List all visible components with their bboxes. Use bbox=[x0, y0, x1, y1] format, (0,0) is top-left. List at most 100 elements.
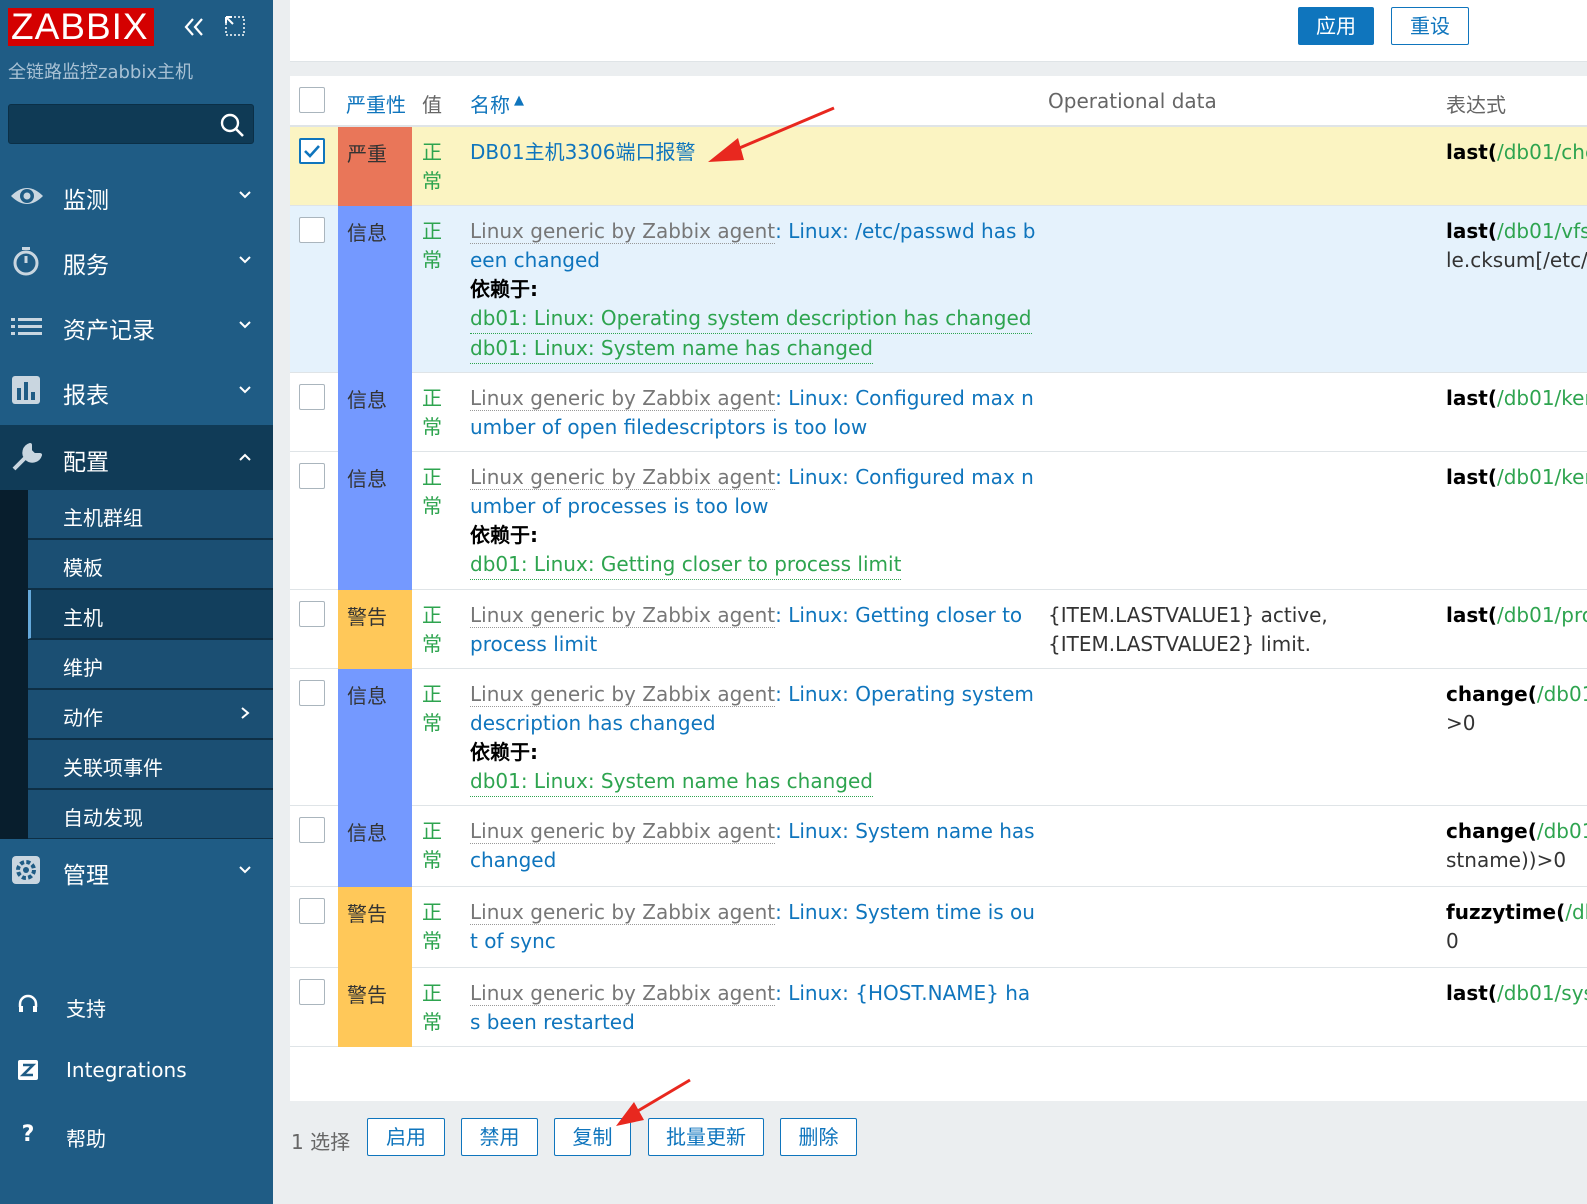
table-row[interactable]: 警告 正常 Linux generic by Zabbix agent: Linux… bbox=[290, 590, 1587, 669]
list-icon bbox=[11, 318, 42, 335]
template-link[interactable]: Linux generic by Zabbix agent bbox=[470, 219, 776, 244]
table-row[interactable]: 警告 正常 Linux generic by Zabbix agent: Linux… bbox=[290, 968, 1587, 1047]
menu-administration[interactable]: 管理 bbox=[0, 838, 273, 903]
menu-label: 管理 bbox=[63, 863, 109, 889]
expression-cell: last(/db01/vfs. le.cksum[/etc/p bbox=[1446, 217, 1587, 275]
disable-button[interactable]: 禁用 bbox=[461, 1118, 538, 1156]
delete-button[interactable]: 删除 bbox=[780, 1118, 857, 1156]
template-link[interactable]: Linux generic by Zabbix agent bbox=[470, 900, 776, 925]
expression-function: change( bbox=[1446, 682, 1537, 706]
apply-button[interactable]: 应用 bbox=[1298, 7, 1374, 45]
row-checkbox[interactable] bbox=[299, 217, 325, 243]
configuration-submenu: 主机群组 模板 主机 维护 动作 关联项事件 自动发现 bbox=[0, 490, 273, 839]
row-checkbox[interactable] bbox=[299, 898, 325, 924]
menu-help[interactable]: ? 帮助 bbox=[0, 1110, 273, 1160]
submenu-item-host-groups[interactable]: 主机群组 bbox=[28, 490, 273, 539]
row-checkbox[interactable] bbox=[299, 138, 325, 164]
dependency-link[interactable]: db01: Linux: Operating system descriptio… bbox=[470, 304, 1032, 334]
table-row[interactable]: 警告 正常 Linux generic by Zabbix agent: Linux… bbox=[290, 887, 1587, 968]
expression-item-link[interactable]: /db01 bbox=[1537, 682, 1587, 706]
wrench-icon bbox=[12, 443, 42, 471]
submenu-item-templates[interactable]: 模板 bbox=[28, 540, 273, 589]
table-row[interactable]: 信息 正常 Linux generic by Zabbix agent: Linux… bbox=[290, 669, 1587, 806]
severity-cell: 信息 bbox=[338, 452, 412, 590]
mass-update-button[interactable]: 批量更新 bbox=[648, 1118, 764, 1156]
row-checkbox[interactable] bbox=[299, 601, 325, 627]
menu-inventory[interactable]: 资产记录 bbox=[0, 293, 273, 358]
dependency-link[interactable]: db01: Linux: System name has changed bbox=[470, 767, 873, 797]
reset-button[interactable]: 重设 bbox=[1391, 7, 1469, 45]
template-link[interactable]: Linux generic by Zabbix agent bbox=[470, 465, 776, 490]
dependency-link[interactable]: db01: Linux: Getting closer to process l… bbox=[470, 550, 902, 580]
value-status: 正常 bbox=[422, 140, 442, 193]
search-input[interactable] bbox=[8, 104, 254, 144]
submenu-label: 维护 bbox=[63, 656, 103, 680]
name-separator: : bbox=[775, 465, 789, 489]
expression-item-link[interactable]: /db01/ker bbox=[1497, 465, 1587, 489]
table-row[interactable]: 信息 正常 Linux generic by Zabbix agent: Linux… bbox=[290, 373, 1587, 452]
template-link[interactable]: Linux generic by Zabbix agent bbox=[470, 819, 776, 844]
expression-function: last( bbox=[1446, 465, 1497, 489]
expression-item-link[interactable]: /db bbox=[1565, 900, 1587, 924]
submenu-item-hosts[interactable]: 主机 bbox=[28, 590, 273, 639]
submenu-item-maintenance[interactable]: 维护 bbox=[28, 640, 273, 689]
zabbix-z-icon bbox=[18, 1060, 38, 1080]
row-checkbox[interactable] bbox=[299, 680, 325, 706]
table-row[interactable]: 信息 正常 Linux generic by Zabbix agent: Linux… bbox=[290, 806, 1587, 887]
trigger-name-link[interactable]: DB01主机3306端口报警 bbox=[470, 140, 695, 164]
value-status: 正常 bbox=[422, 386, 442, 439]
expression-item-link[interactable]: /db01/sys bbox=[1497, 981, 1587, 1005]
expression-item-link[interactable]: /db01/che bbox=[1497, 140, 1587, 164]
kiosk-mode-icon[interactable] bbox=[222, 14, 248, 40]
menu-configuration[interactable]: 配置 bbox=[0, 425, 273, 490]
row-checkbox[interactable] bbox=[299, 817, 325, 843]
row-checkbox[interactable] bbox=[299, 463, 325, 489]
operational-data-cell: {ITEM.LASTVALUE1} active, {ITEM.LASTVALU… bbox=[1048, 603, 1328, 656]
submenu-item-event-correlation[interactable]: 关联项事件 bbox=[28, 740, 273, 789]
menu-reports[interactable]: 报表 bbox=[0, 358, 273, 423]
template-link[interactable]: Linux generic by Zabbix agent bbox=[470, 386, 776, 411]
menu-label: 资产记录 bbox=[63, 318, 155, 344]
table-row[interactable]: 信息 正常 Linux generic by Zabbix agent: Linux… bbox=[290, 452, 1587, 590]
name-separator: : bbox=[775, 981, 789, 1005]
enable-button[interactable]: 启用 bbox=[367, 1118, 445, 1156]
expression-cell: change(/db01 >0 bbox=[1446, 680, 1587, 738]
collapse-sidebar-icon[interactable] bbox=[181, 14, 207, 40]
trigger-name-cell: Linux generic by Zabbix agent: Linux: Sy… bbox=[470, 898, 1040, 956]
menu-monitoring[interactable]: 监测 bbox=[0, 163, 273, 228]
trigger-name-cell: Linux generic by Zabbix agent: Linux: Co… bbox=[470, 384, 1040, 442]
expression-item-link[interactable]: /db01/pro bbox=[1497, 603, 1587, 627]
row-checkbox[interactable] bbox=[299, 979, 325, 1005]
menu-support[interactable]: 支持 bbox=[0, 980, 273, 1030]
chevron-down-icon bbox=[239, 191, 251, 199]
col-name[interactable]: 名称 bbox=[470, 89, 510, 118]
row-checkbox[interactable] bbox=[299, 384, 325, 410]
mass-action-bar: 1 选择 启用 禁用 复制 批量更新 删除 bbox=[290, 1101, 1587, 1204]
copy-button[interactable]: 复制 bbox=[554, 1118, 631, 1156]
expression-continuation: le.cksum[/etc/p bbox=[1446, 248, 1587, 272]
search-icon[interactable] bbox=[219, 112, 245, 138]
submenu-indent bbox=[0, 490, 28, 839]
table-row[interactable]: 严重正常 DB01主机3306端口报警 last(/db01/che bbox=[290, 127, 1587, 206]
template-link[interactable]: Linux generic by Zabbix agent bbox=[470, 682, 776, 707]
zabbix-logo[interactable]: ZABBIX bbox=[8, 8, 154, 46]
submenu-item-discovery[interactable]: 自动发现 bbox=[28, 790, 273, 839]
submenu-item-actions[interactable]: 动作 bbox=[28, 690, 273, 739]
template-link[interactable]: Linux generic by Zabbix agent bbox=[470, 603, 776, 628]
select-all-checkbox[interactable] bbox=[299, 87, 325, 113]
value-status: 正常 bbox=[422, 465, 442, 518]
table-row[interactable]: 信息 正常 Linux generic by Zabbix agent: Linux… bbox=[290, 206, 1587, 373]
expression-item-link[interactable]: /db01/ker bbox=[1497, 386, 1587, 410]
menu-services[interactable]: 服务 bbox=[0, 228, 273, 293]
expression-item-link[interactable]: /db01 bbox=[1537, 819, 1587, 843]
chevron-right-icon bbox=[241, 707, 250, 719]
sidebar: ZABBIX 全链路监控zabbix主机 监测 服务 资产记录 报表 配置 主机… bbox=[0, 0, 273, 1204]
menu-integrations[interactable]: Integrations bbox=[0, 1045, 273, 1095]
template-link[interactable]: Linux generic by Zabbix agent bbox=[470, 981, 776, 1006]
dependency-link[interactable]: db01: Linux: System name has changed bbox=[470, 334, 873, 364]
name-separator: : bbox=[775, 219, 789, 243]
value-status: 正常 bbox=[422, 900, 442, 953]
expression-cell: last(/db01/pro bbox=[1446, 601, 1587, 630]
expression-item-link[interactable]: /db01/vfs. bbox=[1497, 219, 1587, 243]
col-severity[interactable]: 严重性 bbox=[346, 89, 406, 118]
